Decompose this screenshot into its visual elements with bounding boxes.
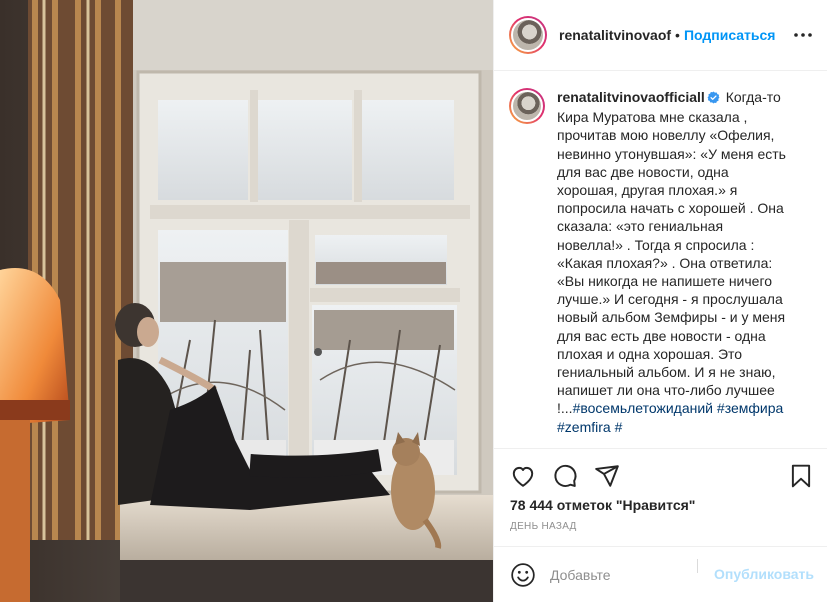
header-avatar[interactable]	[509, 16, 547, 54]
caption-line: Кира Муратова мне сказала ,	[557, 109, 748, 126]
comment-divider	[697, 559, 698, 573]
caption-line: напишет ли она что-либо лучшее	[557, 382, 775, 399]
caption-username[interactable]: renatalitvinovaofficiall	[557, 89, 705, 105]
more-horizontal-icon[interactable]	[793, 25, 813, 45]
caption-line: хорошая, другая плохая.» я	[557, 182, 738, 199]
post-photo-illustration	[0, 0, 493, 602]
hashtag-link[interactable]: #zemfira	[557, 419, 611, 435]
post-date[interactable]: ДЕНЬ НАЗАД	[510, 521, 577, 532]
caption-hashtag-line: !...#восемьлетожиданий #земфира	[557, 399, 819, 417]
bookmark-icon[interactable]	[788, 463, 814, 489]
hashtag-link[interactable]: #	[615, 419, 623, 435]
caption-first-line: renatalitvinovaofficiall Когда-то	[557, 88, 819, 108]
caption-line: «Вы никогда не напишете ничего	[557, 273, 773, 290]
caption-line: плохая и одна хорошая. Это	[557, 345, 743, 362]
caption-line: «Какая плохая?» . Она ответила:	[557, 254, 773, 271]
follow-button[interactable]: Подписаться	[684, 27, 776, 43]
caption-avatar[interactable]	[509, 88, 545, 124]
publish-button[interactable]: Опубликовать	[714, 566, 814, 582]
caption-line: прочитав мою новеллу «Офелия,	[557, 127, 775, 144]
caption-line: лучше.» И сегодня - я прослушала	[557, 291, 783, 308]
caption-text: renatalitvinovaofficiall Когда-то Кира М…	[557, 88, 819, 436]
emoji-icon[interactable]	[510, 562, 536, 588]
comment-bar: Опубликовать	[494, 546, 827, 602]
caption-line: новый альбом Земфиры - и у меня	[557, 309, 786, 326]
caption-hashtag-line: #zemfira #	[557, 418, 819, 436]
comment-icon[interactable]	[552, 463, 578, 489]
comment-input[interactable]	[550, 566, 690, 583]
post-side-panel: renatalitvinovaоf • Подписаться renatali…	[493, 0, 827, 602]
caption-line: для вас две новости, одна	[557, 163, 729, 180]
caption-line: сказала: «это гениальная	[557, 218, 724, 235]
post-photo[interactable]	[0, 0, 493, 602]
post-caption: renatalitvinovaofficiall Когда-то Кира М…	[509, 88, 819, 436]
share-icon[interactable]	[594, 463, 620, 489]
likes-count[interactable]: 78 444 отметок "Нравится"	[510, 497, 695, 513]
heart-icon[interactable]	[510, 463, 536, 489]
header-username[interactable]: renatalitvinovaоf	[559, 27, 671, 43]
verified-badge-icon	[707, 90, 720, 108]
hashtag-link[interactable]: #восемьлетожиданий	[573, 400, 713, 416]
action-icons	[510, 463, 620, 489]
post-actions	[494, 448, 827, 488]
caption-line: для вас есть две новости - одна	[557, 327, 766, 344]
caption-line: гениальный альбом. И я не знаю,	[557, 364, 776, 381]
post-header: renatalitvinovaоf • Подписаться	[494, 0, 827, 71]
caption-line-prefix: !...	[557, 400, 573, 417]
hashtag-link[interactable]: #земфира	[717, 400, 783, 416]
caption-line: попросила начать с хорошей . Она	[557, 200, 784, 217]
caption-line: новелла!» . Тогда я спросила :	[557, 236, 755, 253]
header-separator: •	[675, 27, 680, 43]
caption-line: невинно утонувшая»: «У меня есть	[557, 145, 786, 162]
caption-line: Когда-то	[725, 89, 781, 105]
